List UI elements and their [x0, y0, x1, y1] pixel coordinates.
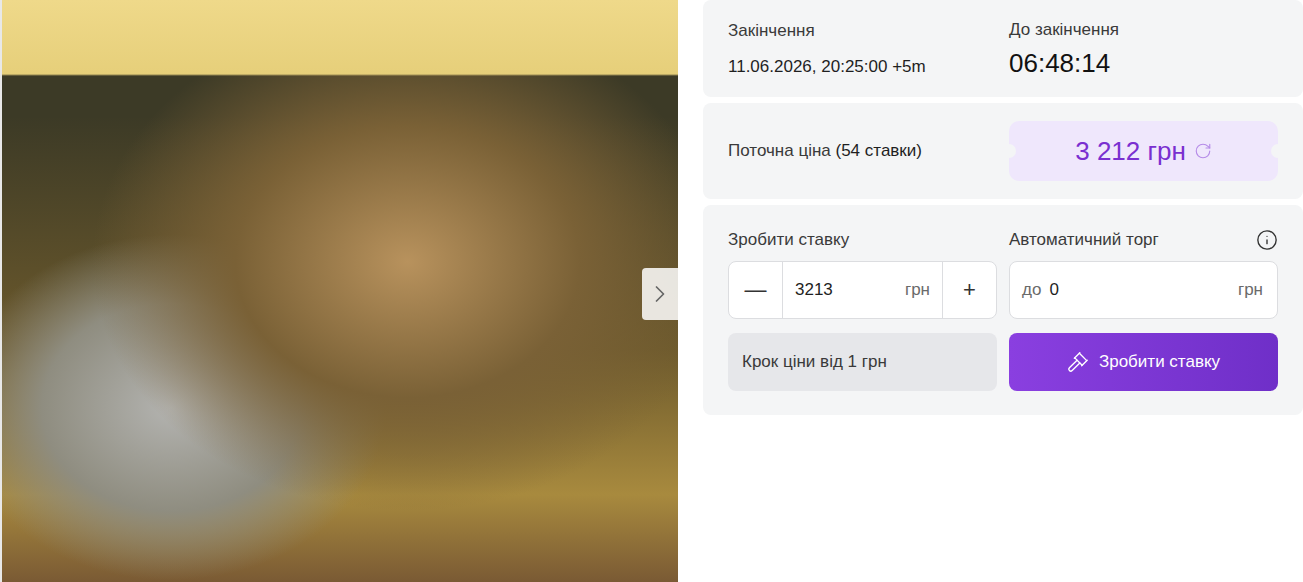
place-bid-label: Зробити ставку — [1099, 352, 1220, 372]
auto-bid-currency: грн — [1238, 280, 1263, 300]
gavel-icon — [1067, 351, 1089, 373]
time-card: Закінчення 11.06.2026, 20:25:00 +5m До зак… — [703, 0, 1303, 97]
bid-count: (54 ставки) — [836, 141, 922, 160]
decrease-button[interactable]: — — [729, 262, 782, 318]
price-card: Поточна ціна (54 ставки) 3 212 грн — [703, 103, 1303, 199]
end-time: Закінчення 11.06.2026, 20:25:00 +5m — [728, 20, 997, 78]
bid-value: 3213 — [795, 280, 899, 300]
price-step-note: Крок ціни від 1 грн — [728, 333, 997, 391]
bid-label: Зробити ставку — [728, 229, 849, 251]
countdown: До закінчення 06:48:14 — [1009, 19, 1278, 79]
bid-panel: Закінчення 11.06.2026, 20:25:00 +5m До зак… — [703, 0, 1303, 582]
auto-bid-label: Автоматичний торг — [1009, 229, 1159, 251]
countdown-label: До закінчення — [1009, 19, 1278, 41]
bid-field-group: Зробити ставку — 3213 грн + — [728, 229, 997, 319]
place-bid-button[interactable]: Зробити ставку — [1009, 333, 1278, 391]
auto-bid-input[interactable]: до 0грн — [1009, 261, 1278, 319]
info-icon[interactable] — [1256, 229, 1278, 251]
countdown-value: 06:48:14 — [1009, 47, 1278, 79]
price-badge: 3 212 грн — [1009, 121, 1278, 181]
bid-card: Зробити ставку—3213грн+Автоматичний торг… — [703, 205, 1303, 415]
bid-input[interactable]: 3213 грн — [782, 262, 943, 318]
price-value: 3 212 грн — [1075, 135, 1186, 167]
increase-button[interactable]: + — [943, 262, 996, 318]
auto-bid-group: Автоматичний торг до 0грн — [1009, 229, 1278, 319]
end-label: Закінчення — [728, 20, 997, 42]
end-value: 11.06.2026, 20:25:00 +5m — [728, 56, 997, 78]
bid-field: — 3213 грн + — [728, 261, 997, 319]
auto-bid-value: 0 — [1049, 280, 1238, 300]
price-label: Поточна ціна (54 ставки) — [728, 141, 997, 161]
auto-bid-prefix: до — [1022, 280, 1041, 300]
next-photo-button[interactable] — [642, 268, 678, 320]
lot-photo — [0, 0, 678, 582]
chevron-right-icon — [646, 280, 674, 308]
bid-currency: грн — [905, 280, 930, 300]
refresh-icon[interactable] — [1194, 142, 1212, 160]
auction-page: Закінчення 11.06.2026, 20:25:00 +5m До зак… — [0, 0, 1303, 582]
